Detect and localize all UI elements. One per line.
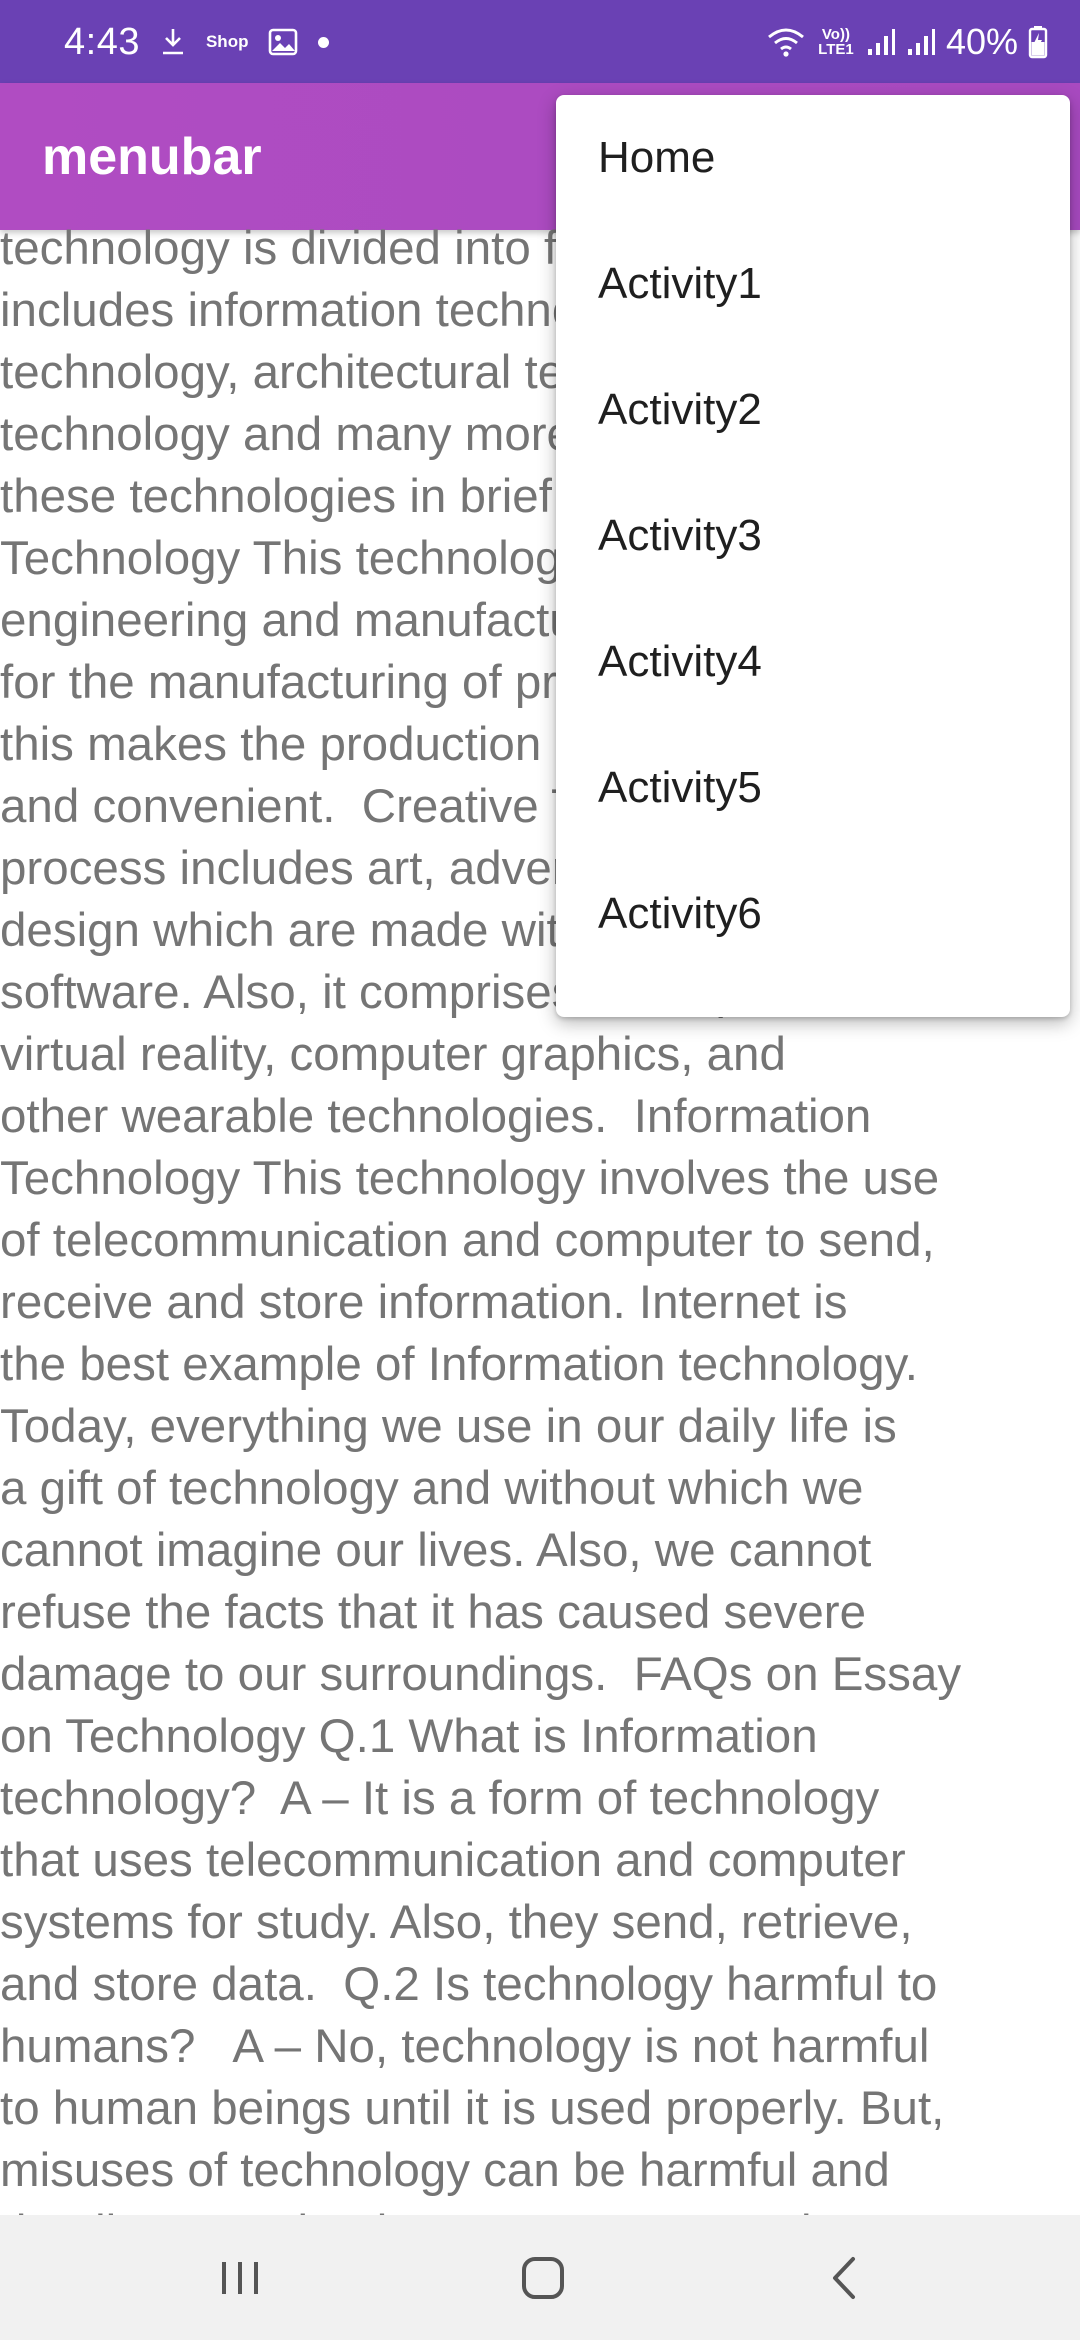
- status-left: 4:43 Shop: [64, 18, 330, 66]
- back-button[interactable]: [810, 2245, 880, 2315]
- home-button[interactable]: [508, 2245, 578, 2315]
- essay-line: cannot imagine our lives. Also, we canno…: [0, 1524, 872, 1577]
- essay-line: refuse the facts that it has caused seve…: [0, 1586, 867, 1639]
- essay-line: receive and store information. Internet …: [0, 1276, 848, 1329]
- notification-dot-icon: [318, 36, 330, 48]
- recent-apps-button[interactable]: [205, 2245, 275, 2315]
- volte-icon: Vo)) LTE1: [818, 26, 854, 58]
- essay-line: a gift of technology and without which w…: [0, 1462, 864, 1515]
- status-bar: 4:43 Shop Vo)) LTE1 40%: [0, 0, 1080, 83]
- menu-item-activity3[interactable]: Activity3: [556, 473, 1070, 599]
- essay-line: other wearable technologies. Information: [0, 1090, 872, 1143]
- essay-line: the best example of Information technolo…: [0, 1338, 918, 1391]
- essay-line: on Technology Q.1 What is Information: [0, 1710, 818, 1763]
- essay-line: of telecommunication and computer to sen…: [0, 1214, 935, 1267]
- menu-item-activity1[interactable]: Activity1: [556, 221, 1070, 347]
- signal-2-icon: [906, 27, 936, 57]
- essay-line: technology? A – It is a form of technolo…: [0, 1772, 880, 1825]
- gallery-icon: [268, 28, 298, 56]
- recent-apps-icon: [218, 2258, 262, 2303]
- app-title: menubar: [42, 128, 262, 186]
- menu-item-activity5[interactable]: Activity5: [556, 725, 1070, 851]
- navigation-bar: [0, 2215, 1080, 2340]
- battery-charging-icon: [1028, 25, 1048, 59]
- status-right: Vo)) LTE1 40%: [766, 18, 1048, 66]
- essay-line: humans? A – No, technology is not harmfu…: [0, 2020, 930, 2073]
- essay-line: virtual reality, computer graphics, and: [0, 1028, 786, 1081]
- essay-line: and store data. Q.2 Is technology harmfu…: [0, 1958, 938, 2011]
- essay-line: Technology This technology involves the …: [0, 1152, 940, 1205]
- essay-line: Today, everything we use in our daily li…: [0, 1400, 897, 1453]
- status-time: 4:43: [64, 20, 140, 63]
- download-icon: [160, 27, 186, 57]
- essay-line: systems for study. Also, they send, retr…: [0, 1896, 913, 1949]
- essay-line: to human beings until it is used properl…: [0, 2082, 945, 2135]
- shop-icon: Shop: [205, 32, 249, 51]
- back-icon: [827, 2255, 863, 2306]
- signal-1-icon: [866, 27, 896, 57]
- battery-percent: 40%: [945, 21, 1018, 62]
- screen: 4:43 Shop Vo)) LTE1 40% menubar technolo…: [0, 0, 1080, 2340]
- menu-item-home[interactable]: Home: [556, 95, 1070, 221]
- wifi-icon: [766, 26, 806, 58]
- home-icon: [520, 2255, 566, 2306]
- overflow-menu: Home Activity1 Activity2 Activity3 Activity4…: [556, 95, 1070, 1017]
- essay-line: that uses telecommunication and computer: [0, 1834, 906, 1887]
- essay-line: misuses of technology can be harmful and: [0, 2144, 890, 2197]
- menu-item-activity6[interactable]: Activity6: [556, 851, 1070, 977]
- menu-item-activity2[interactable]: Activity2: [556, 347, 1070, 473]
- menu-item-activity4[interactable]: Activity4: [556, 599, 1070, 725]
- essay-line: damage to our surroundings. FAQs on Essa…: [0, 1648, 962, 1701]
